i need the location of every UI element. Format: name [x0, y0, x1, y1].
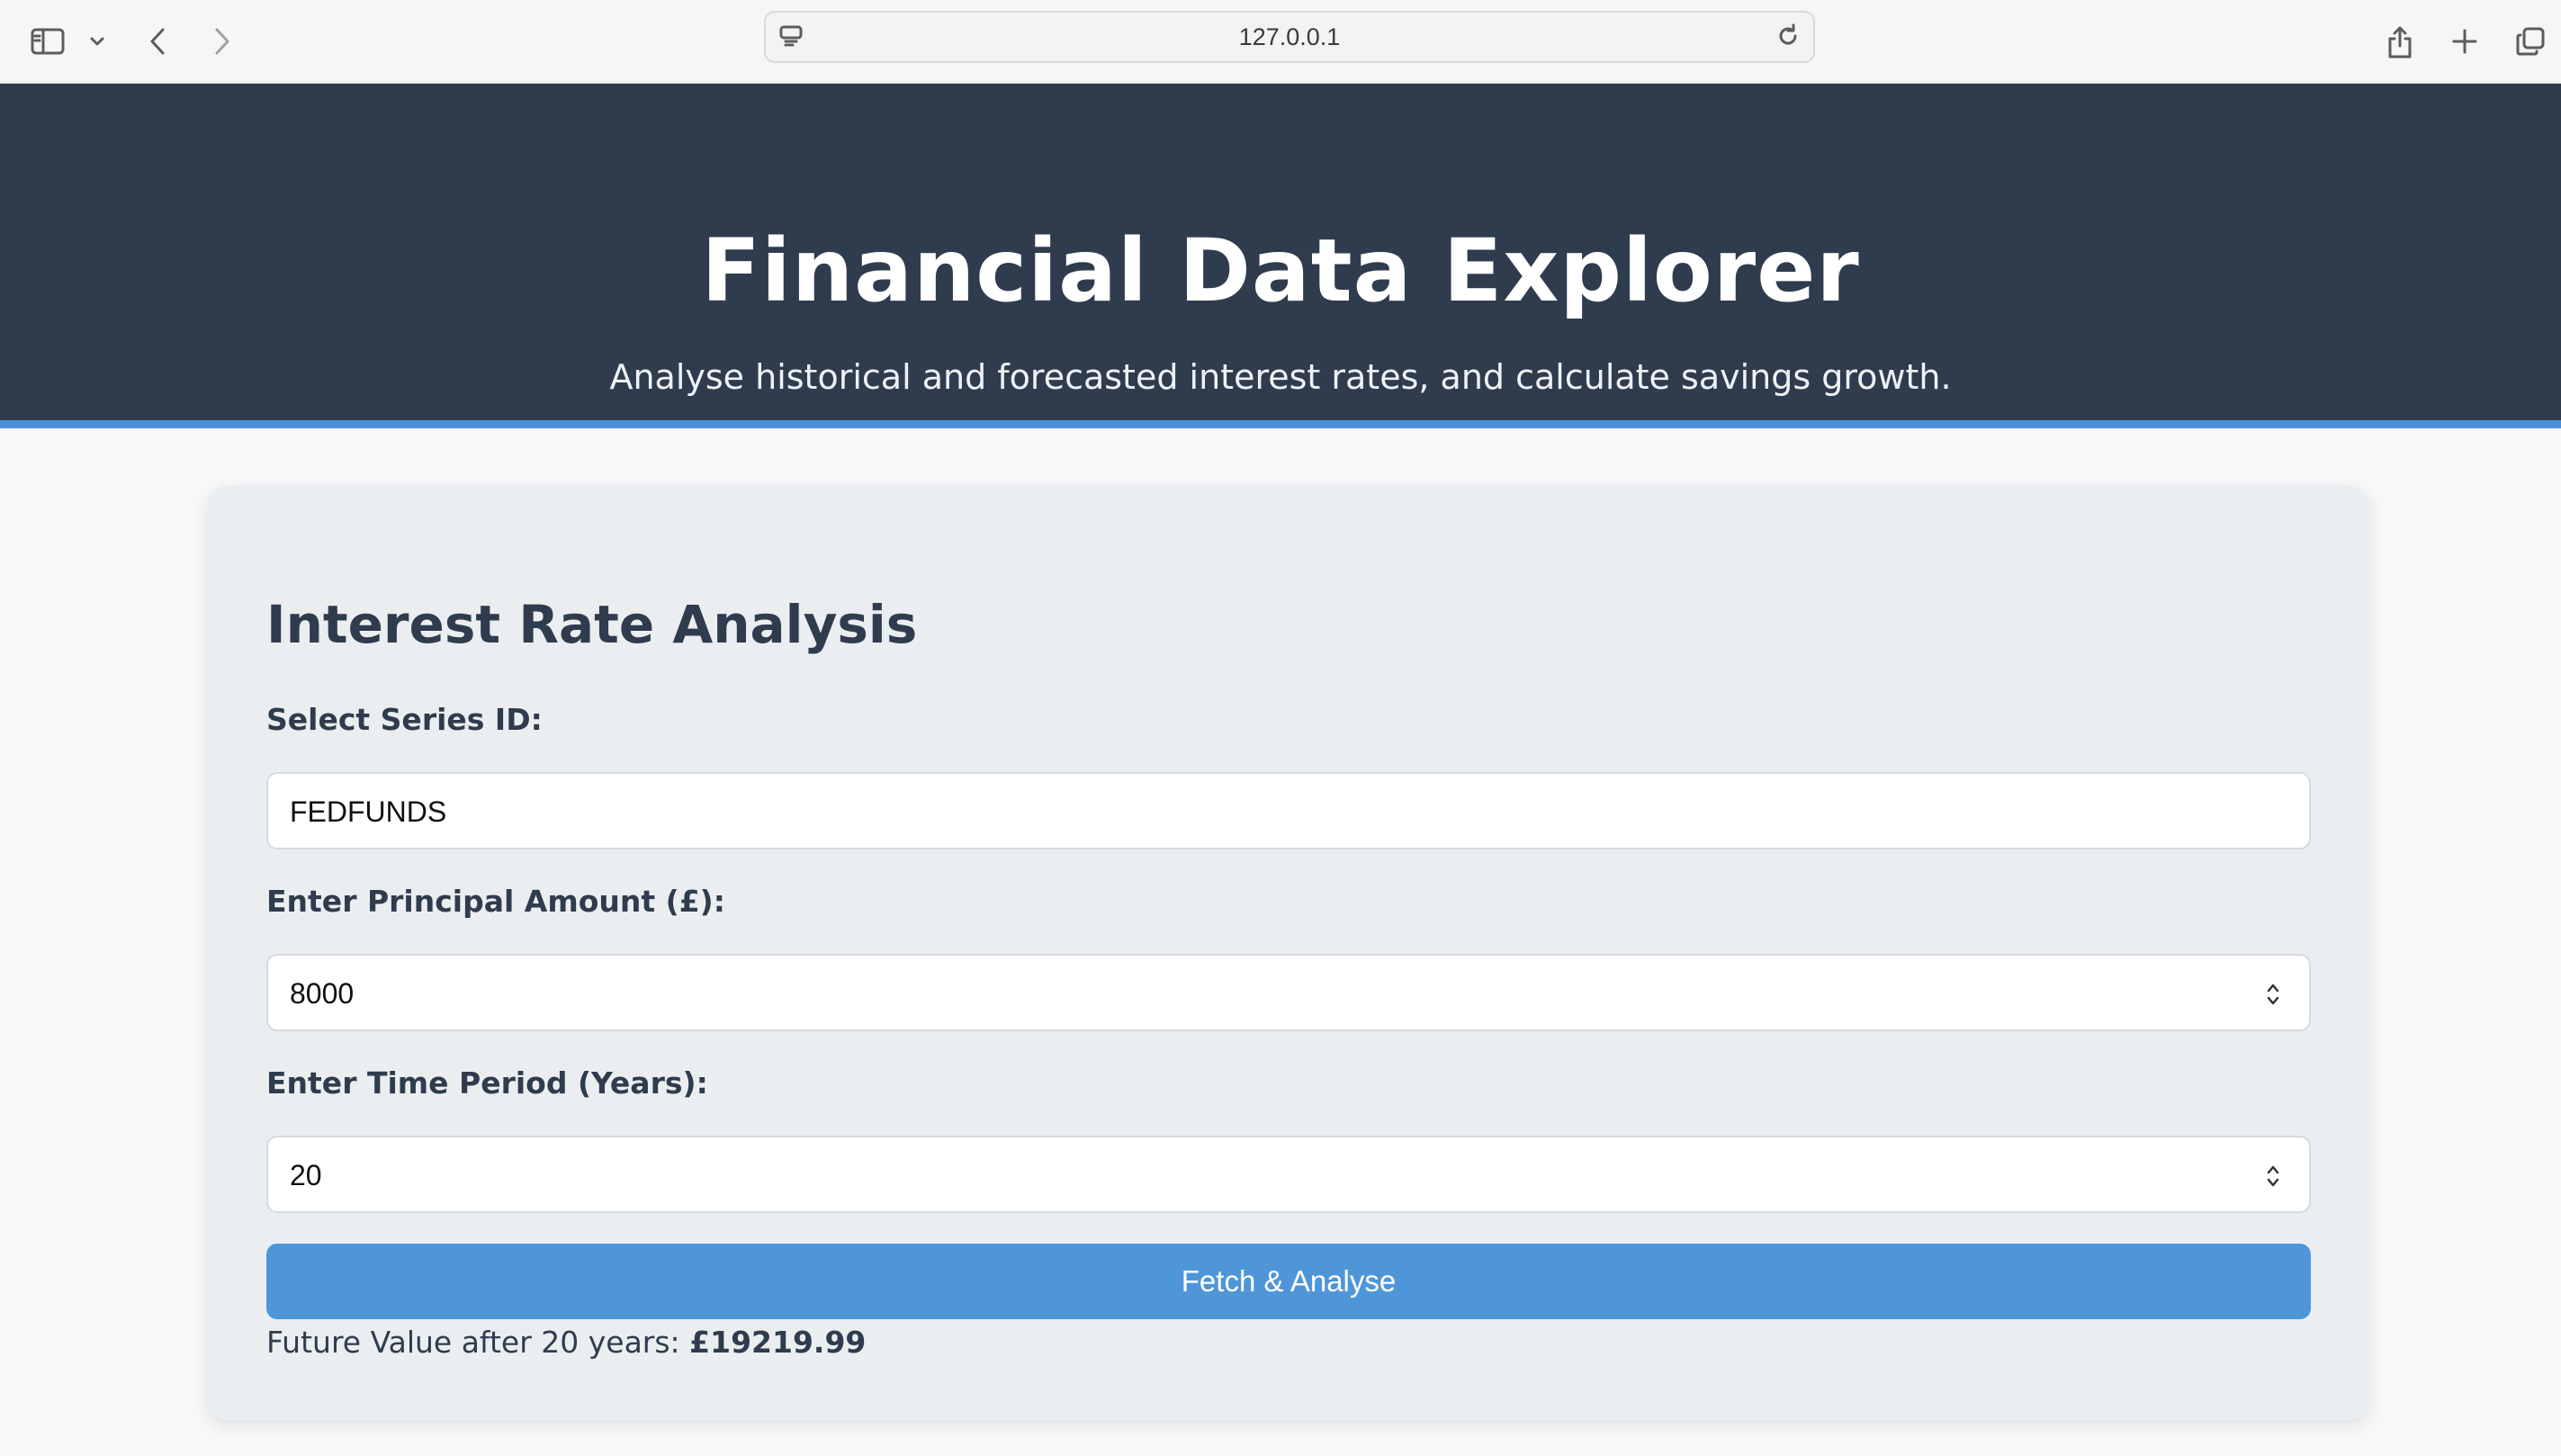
url-text: 127.0.0.1: [1238, 22, 1341, 50]
share-icon[interactable]: [2385, 18, 2415, 65]
browser-toolbar: 127.0.0.1: [0, 0, 2561, 84]
back-icon[interactable]: [144, 18, 171, 65]
sidebar-toggle-icon[interactable]: [27, 18, 68, 65]
principal-input[interactable]: 8000: [266, 954, 2311, 1031]
analysis-card: Interest Rate Analysis Select Series ID:…: [208, 486, 2369, 1420]
reload-icon[interactable]: [1775, 23, 1801, 52]
series-id-input[interactable]: FEDFUNDS: [266, 772, 2311, 849]
result-value: £19219.99: [689, 1325, 867, 1360]
period-stepper-icon[interactable]: [2264, 1162, 2282, 1191]
principal-label: Enter Principal Amount (£):: [266, 884, 725, 919]
period-label: Enter Time Period (Years):: [266, 1065, 708, 1101]
chevron-down-icon[interactable]: [86, 18, 108, 65]
new-tab-icon[interactable]: [2449, 18, 2480, 65]
page-subtitle: Analyse historical and forecasted intere…: [609, 357, 1952, 397]
period-value: 20: [290, 1159, 322, 1191]
card-title: Interest Rate Analysis: [266, 594, 918, 655]
period-input[interactable]: 20: [266, 1136, 2311, 1213]
result-prefix: Future Value after 20 years:: [266, 1325, 690, 1360]
page-info-icon[interactable]: [778, 23, 804, 52]
series-id-value: FEDFUNDS: [290, 795, 447, 828]
forward-icon[interactable]: [209, 18, 236, 65]
principal-stepper-icon[interactable]: [2264, 980, 2282, 1009]
page-header: Financial Data Explorer Analyse historic…: [0, 84, 2561, 428]
address-bar[interactable]: 127.0.0.1: [764, 11, 1815, 63]
page-title: Financial Data Explorer: [701, 220, 1860, 321]
series-label: Select Series ID:: [266, 702, 543, 737]
tab-overview-icon[interactable]: [2514, 18, 2547, 65]
future-value-result: Future Value after 20 years: £19219.99: [266, 1325, 866, 1360]
fetch-analyse-button[interactable]: Fetch & Analyse: [266, 1244, 2311, 1319]
principal-value: 8000: [290, 977, 355, 1010]
